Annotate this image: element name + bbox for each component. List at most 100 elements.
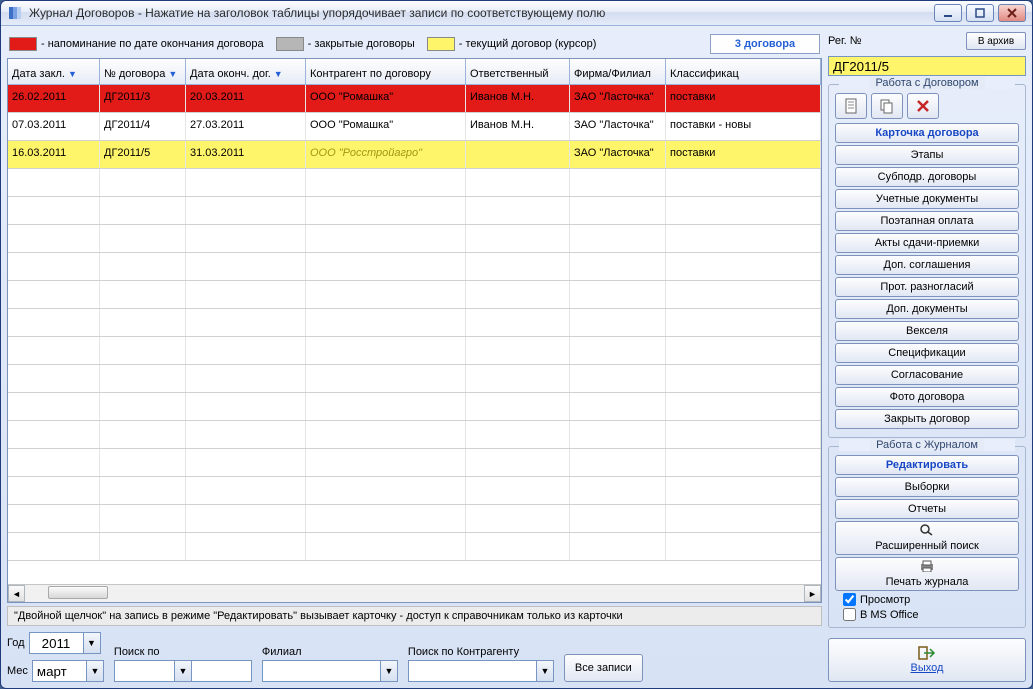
scroll-right-icon[interactable]: ► bbox=[804, 585, 821, 602]
contract-action-button[interactable]: Фото договора bbox=[835, 387, 1019, 407]
contract-action-button[interactable]: Поэтапная оплата bbox=[835, 211, 1019, 231]
table-row[interactable] bbox=[8, 309, 821, 337]
table-cell bbox=[466, 505, 570, 532]
search-field-dropdown-icon[interactable]: ▼ bbox=[174, 660, 192, 682]
table-cell bbox=[100, 365, 186, 392]
contract-action-button[interactable]: Учетные документы bbox=[835, 189, 1019, 209]
table-row[interactable] bbox=[8, 533, 821, 561]
ms-office-checkbox[interactable] bbox=[843, 608, 856, 621]
table-row[interactable] bbox=[8, 337, 821, 365]
table-row[interactable]: 07.03.2011ДГ2011/427.03.2011ООО "Ромашка… bbox=[8, 113, 821, 141]
maximize-button[interactable] bbox=[966, 4, 994, 22]
table-row[interactable] bbox=[8, 449, 821, 477]
table-cell bbox=[570, 281, 666, 308]
scroll-thumb[interactable] bbox=[48, 586, 108, 599]
sort-indicator-icon: ▼ bbox=[274, 69, 283, 79]
table-cell bbox=[466, 169, 570, 196]
table-row[interactable] bbox=[8, 393, 821, 421]
contract-group-title: Работа с Договором bbox=[869, 77, 984, 89]
month-input[interactable] bbox=[32, 660, 86, 682]
legend-swatch-red bbox=[9, 37, 37, 51]
contract-action-button[interactable]: Карточка договора bbox=[835, 123, 1019, 143]
search-value-input[interactable] bbox=[192, 660, 252, 682]
close-button[interactable] bbox=[998, 4, 1026, 22]
search-field-combo[interactable] bbox=[114, 660, 174, 682]
contract-action-button[interactable]: Согласование bbox=[835, 365, 1019, 385]
contract-action-button[interactable]: Доп. соглашения bbox=[835, 255, 1019, 275]
table-row[interactable] bbox=[8, 421, 821, 449]
table-row[interactable] bbox=[8, 365, 821, 393]
horizontal-scrollbar[interactable]: ◄ ► bbox=[8, 584, 821, 602]
table-row[interactable] bbox=[8, 253, 821, 281]
table-cell bbox=[100, 421, 186, 448]
table-cell bbox=[466, 309, 570, 336]
journal-action-button[interactable]: Отчеты bbox=[835, 499, 1019, 519]
contract-action-button[interactable]: Доп. документы bbox=[835, 299, 1019, 319]
table-cell bbox=[306, 449, 466, 476]
contragent-dropdown-icon[interactable]: ▼ bbox=[536, 660, 554, 682]
all-records-button[interactable]: Все записи bbox=[564, 654, 643, 682]
table-row[interactable] bbox=[8, 505, 821, 533]
new-contract-button[interactable] bbox=[835, 93, 867, 119]
table-cell: 07.03.2011 bbox=[8, 113, 100, 140]
copy-contract-button[interactable] bbox=[871, 93, 903, 119]
table-row[interactable] bbox=[8, 281, 821, 309]
table-row[interactable] bbox=[8, 169, 821, 197]
extended-search-button[interactable]: Расширенный поиск bbox=[835, 521, 1019, 555]
contract-action-button[interactable]: Векселя bbox=[835, 321, 1019, 341]
table-cell bbox=[466, 533, 570, 560]
table-cell bbox=[570, 533, 666, 560]
table-cell: ЗАО "Ласточка" bbox=[570, 113, 666, 140]
table-cell bbox=[100, 477, 186, 504]
contract-action-button[interactable]: Акты сдачи-приемки bbox=[835, 233, 1019, 253]
table-cell bbox=[666, 337, 821, 364]
table-cell bbox=[666, 197, 821, 224]
contract-action-button[interactable]: Закрыть договор bbox=[835, 409, 1019, 429]
table-cell: ДГ2011/3 bbox=[100, 85, 186, 112]
month-dropdown-icon[interactable]: ▼ bbox=[86, 660, 104, 682]
reg-number-field[interactable] bbox=[828, 56, 1026, 76]
table-cell bbox=[666, 281, 821, 308]
column-header[interactable]: Дата закл.▼ bbox=[8, 59, 100, 84]
column-header[interactable]: Дата оконч. дог.▼ bbox=[186, 59, 306, 84]
column-header[interactable]: Фирма/Филиал bbox=[570, 59, 666, 84]
contract-action-button[interactable]: Субподр. договоры bbox=[835, 167, 1019, 187]
journal-action-button[interactable]: Выборки bbox=[835, 477, 1019, 497]
legend-reminder: - напоминание по дате окончания договора bbox=[41, 38, 264, 50]
table-cell: Иванов М.Н. bbox=[466, 85, 570, 112]
table-cell bbox=[570, 309, 666, 336]
delete-contract-button[interactable] bbox=[907, 93, 939, 119]
table-cell bbox=[666, 309, 821, 336]
year-input[interactable] bbox=[29, 632, 83, 654]
branch-dropdown-icon[interactable]: ▼ bbox=[380, 660, 398, 682]
minimize-button[interactable] bbox=[934, 4, 962, 22]
column-header[interactable]: Ответственный bbox=[466, 59, 570, 84]
contract-action-button[interactable]: Спецификации bbox=[835, 343, 1019, 363]
contract-action-button[interactable]: Этапы bbox=[835, 145, 1019, 165]
table-row[interactable] bbox=[8, 477, 821, 505]
exit-button[interactable]: Выход bbox=[828, 638, 1026, 682]
table-row[interactable]: 16.03.2011ДГ2011/531.03.2011ООО "Росстро… bbox=[8, 141, 821, 169]
year-dropdown-icon[interactable]: ▼ bbox=[83, 632, 101, 654]
table-cell bbox=[306, 337, 466, 364]
contragent-combo[interactable] bbox=[408, 660, 536, 682]
preview-label: Просмотр bbox=[860, 594, 910, 606]
branch-combo[interactable] bbox=[262, 660, 380, 682]
copy-icon bbox=[879, 98, 895, 114]
table-cell bbox=[8, 337, 100, 364]
column-header[interactable]: Классификац bbox=[666, 59, 821, 84]
archive-button[interactable]: В архив bbox=[966, 32, 1026, 50]
table-row[interactable] bbox=[8, 225, 821, 253]
search-by-label: Поиск по bbox=[114, 646, 252, 658]
search-icon bbox=[920, 524, 934, 536]
scroll-left-icon[interactable]: ◄ bbox=[8, 585, 25, 602]
table-cell bbox=[666, 421, 821, 448]
contract-action-button[interactable]: Прот. разногласий bbox=[835, 277, 1019, 297]
table-row[interactable] bbox=[8, 197, 821, 225]
print-journal-button[interactable]: Печать журнала bbox=[835, 557, 1019, 591]
column-header[interactable]: № договора▼ bbox=[100, 59, 186, 84]
column-header[interactable]: Контрагент по договору bbox=[306, 59, 466, 84]
preview-checkbox[interactable] bbox=[843, 593, 856, 606]
journal-action-button[interactable]: Редактировать bbox=[835, 455, 1019, 475]
table-row[interactable]: 26.02.2011ДГ2011/320.03.2011ООО "Ромашка… bbox=[8, 85, 821, 113]
